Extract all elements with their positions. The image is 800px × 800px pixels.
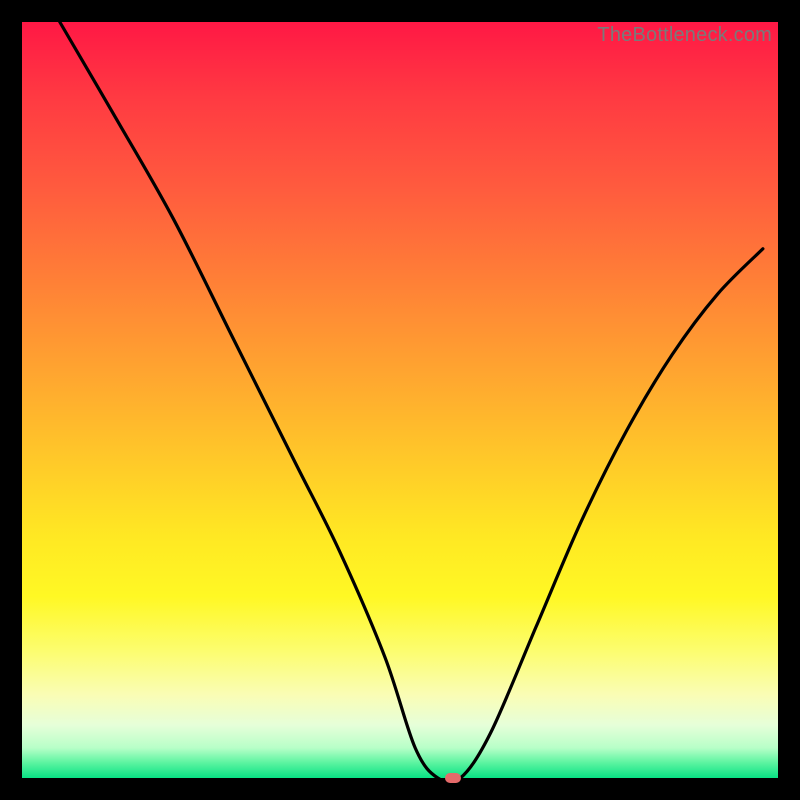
optimal-marker [445,773,461,783]
bottleneck-curve [22,22,778,778]
plot-area: TheBottleneck.com [22,22,778,778]
chart-frame: TheBottleneck.com [0,0,800,800]
